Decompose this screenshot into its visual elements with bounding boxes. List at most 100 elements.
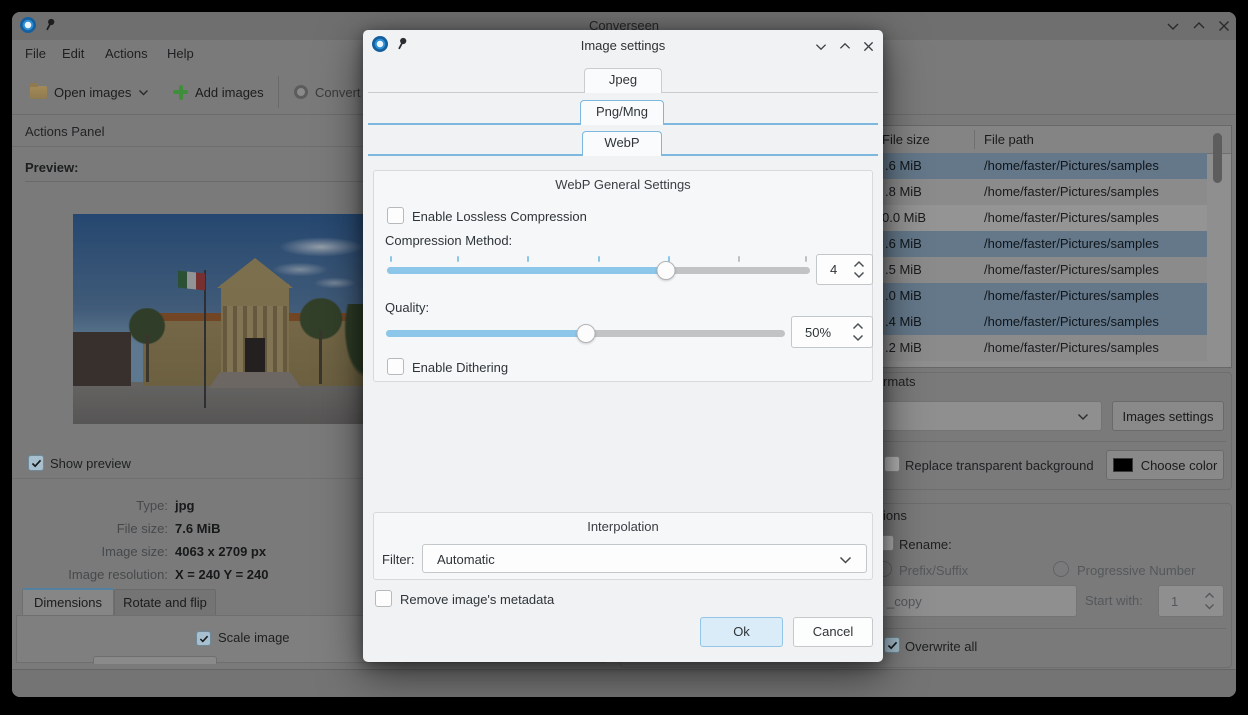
maximize-icon[interactable] bbox=[1192, 20, 1206, 32]
toolbar-separator bbox=[278, 76, 279, 108]
cell-size: .2 MiB bbox=[885, 335, 922, 361]
file-size-label: File size: bbox=[12, 521, 168, 536]
quality-slider-handle[interactable] bbox=[576, 324, 595, 343]
tick bbox=[390, 256, 392, 262]
folder-icon bbox=[30, 86, 47, 99]
spin-up-icon[interactable] bbox=[852, 322, 864, 330]
menu-actions[interactable]: Actions bbox=[105, 46, 148, 61]
check-icon bbox=[199, 635, 209, 643]
menu-file[interactable]: File bbox=[25, 46, 46, 61]
replace-transparent-label: Replace transparent background bbox=[905, 458, 1094, 473]
tab-line bbox=[368, 154, 582, 156]
col-file-path[interactable]: File path bbox=[984, 126, 1034, 153]
scale-image-checkbox[interactable] bbox=[196, 631, 211, 646]
tab-jpeg[interactable]: Jpeg bbox=[584, 68, 662, 93]
method-spinbox[interactable]: 4 bbox=[816, 254, 873, 285]
convert-button[interactable]: Convert bbox=[294, 80, 361, 104]
tick bbox=[805, 256, 807, 262]
chevron-down-icon bbox=[1077, 413, 1089, 421]
webp-settings-group bbox=[373, 170, 873, 382]
method-slider-fill bbox=[387, 267, 666, 274]
cell-path: /home/faster/Pictures/samples bbox=[984, 283, 1159, 309]
remove-metadata-checkbox[interactable] bbox=[375, 590, 392, 607]
col-file-size[interactable]: File size bbox=[882, 126, 930, 153]
open-images-button[interactable]: Open images bbox=[30, 80, 149, 104]
quality-slider[interactable] bbox=[386, 330, 785, 337]
cell-path: /home/faster/Pictures/samples bbox=[984, 205, 1159, 231]
rename-label: Rename: bbox=[899, 537, 952, 552]
tab-line bbox=[662, 92, 878, 93]
column-divider[interactable] bbox=[974, 130, 975, 149]
formats-header: rmats bbox=[883, 374, 916, 389]
check-icon bbox=[31, 459, 42, 468]
spin-up-icon[interactable] bbox=[1204, 592, 1215, 599]
convert-label: Convert bbox=[315, 85, 361, 100]
type-value: jpg bbox=[175, 498, 195, 513]
replace-transparent-checkbox[interactable] bbox=[884, 456, 900, 472]
method-slider-handle[interactable] bbox=[657, 261, 676, 280]
actions-panel-header: Actions Panel bbox=[25, 124, 105, 139]
filter-label: Filter: bbox=[382, 552, 415, 567]
spin-down-icon[interactable] bbox=[852, 334, 864, 342]
webp-group-title: WebP General Settings bbox=[373, 177, 873, 192]
images-settings-label: Images settings bbox=[1122, 409, 1213, 424]
show-preview-checkbox[interactable] bbox=[28, 455, 44, 471]
method-slider[interactable] bbox=[387, 267, 810, 274]
filter-value: Automatic bbox=[437, 552, 495, 567]
tick bbox=[527, 256, 529, 262]
progressive-number-radio[interactable] bbox=[1053, 561, 1069, 577]
spin-down-icon[interactable] bbox=[1204, 603, 1215, 610]
plus-icon bbox=[173, 85, 188, 100]
minimize-icon[interactable] bbox=[1166, 20, 1180, 32]
tick bbox=[457, 256, 459, 262]
menu-help[interactable]: Help bbox=[167, 46, 194, 61]
cell-size: .5 MiB bbox=[885, 257, 922, 283]
cell-path: /home/faster/Pictures/samples bbox=[984, 257, 1159, 283]
tab-line bbox=[664, 123, 878, 125]
add-images-label: Add images bbox=[195, 85, 264, 100]
overwrite-all-checkbox[interactable] bbox=[884, 637, 900, 653]
tab-line bbox=[662, 154, 878, 156]
lossless-checkbox[interactable] bbox=[387, 207, 404, 224]
add-images-button[interactable]: Add images bbox=[173, 80, 264, 104]
dialog-close-icon[interactable] bbox=[862, 41, 875, 52]
choose-color-button[interactable]: Choose color bbox=[1106, 450, 1224, 480]
ok-button[interactable]: Ok bbox=[700, 617, 783, 647]
preview-label: Preview: bbox=[25, 160, 78, 175]
images-settings-button[interactable]: Images settings bbox=[1112, 401, 1224, 431]
method-label: Compression Method: bbox=[385, 233, 512, 248]
start-with-label: Start with: bbox=[1085, 593, 1143, 608]
scrollbar-thumb[interactable] bbox=[1213, 133, 1222, 183]
cell-size: .6 MiB bbox=[885, 231, 922, 257]
quality-slider-fill bbox=[386, 330, 586, 337]
choose-color-label: Choose color bbox=[1141, 458, 1218, 473]
tab-png-mng[interactable]: Png/Mng bbox=[580, 100, 664, 125]
tab-rotate-and-flip[interactable]: Rotate and flip bbox=[114, 589, 216, 615]
progressive-number-label: Progressive Number bbox=[1077, 563, 1196, 578]
spin-down-icon[interactable] bbox=[853, 271, 865, 279]
cell-path: /home/faster/Pictures/samples bbox=[984, 179, 1159, 205]
start-with-spinner[interactable]: 1 bbox=[1158, 585, 1224, 617]
spin-up-icon[interactable] bbox=[853, 260, 865, 268]
cancel-button[interactable]: Cancel bbox=[793, 617, 873, 647]
cell-path: /home/faster/Pictures/samples bbox=[984, 153, 1159, 179]
filter-combobox[interactable]: Automatic bbox=[422, 544, 867, 573]
tab-webp[interactable]: WebP bbox=[582, 131, 662, 156]
dialog-minimize-icon[interactable] bbox=[814, 41, 828, 52]
partial-input[interactable] bbox=[93, 656, 217, 664]
open-images-label: Open images bbox=[54, 85, 131, 100]
scale-image-label: Scale image bbox=[218, 630, 290, 645]
show-preview-label: Show preview bbox=[50, 456, 131, 471]
photo-dim-overlay bbox=[73, 214, 373, 424]
type-label: Type: bbox=[12, 498, 168, 513]
dithering-checkbox[interactable] bbox=[387, 358, 404, 375]
options-header: ions bbox=[883, 508, 907, 523]
menu-edit[interactable]: Edit bbox=[62, 46, 84, 61]
tab-dimensions[interactable]: Dimensions bbox=[22, 588, 114, 615]
dialog-maximize-icon[interactable] bbox=[838, 41, 852, 52]
close-icon[interactable] bbox=[1217, 20, 1231, 32]
resolution-label: Image resolution: bbox=[12, 567, 168, 582]
chevron-down-icon bbox=[839, 556, 852, 564]
quality-spinbox[interactable]: 50% bbox=[791, 316, 873, 348]
file-size-value: 7.6 MiB bbox=[175, 521, 221, 536]
